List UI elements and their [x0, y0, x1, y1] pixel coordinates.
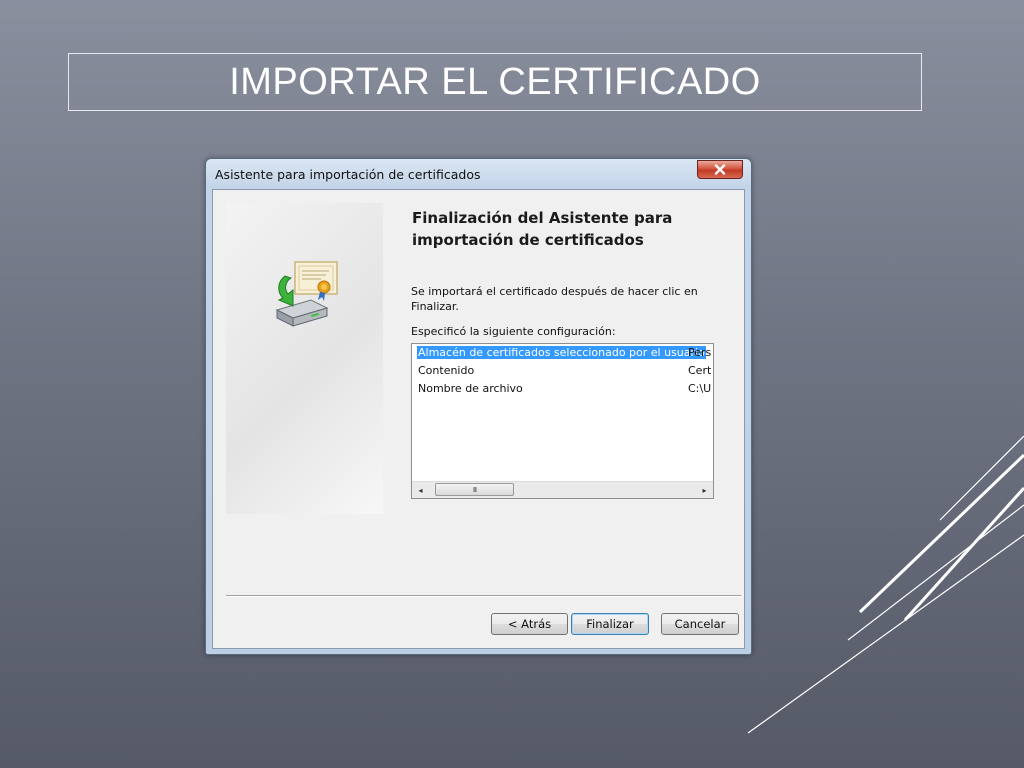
- list-item[interactable]: Contenido Cert: [412, 363, 713, 379]
- settings-listbox[interactable]: Almacén de certificados seleccionado por…: [411, 343, 714, 499]
- horizontal-scrollbar[interactable]: ◂ III ▸: [412, 481, 713, 498]
- slide-title-box: IMPORTAR EL CERTIFICADO: [68, 53, 922, 111]
- window-titlebar[interactable]: Asistente para importación de certificad…: [206, 159, 751, 189]
- close-button[interactable]: [697, 160, 743, 179]
- back-button[interactable]: < Atrás: [491, 613, 568, 635]
- finish-button[interactable]: Finalizar: [571, 613, 649, 635]
- footer-separator: [226, 595, 741, 597]
- slide-title: IMPORTAR EL CERTIFICADO: [229, 60, 761, 103]
- import-wizard-window: Asistente para importación de certificad…: [205, 158, 752, 655]
- setting-name: Nombre de archivo: [418, 382, 523, 395]
- close-icon: [714, 164, 726, 175]
- list-item[interactable]: Nombre de archivo C:\U: [412, 381, 713, 397]
- scroll-right-icon: ▸: [702, 485, 707, 495]
- scroll-thumb[interactable]: III: [435, 483, 514, 496]
- wizard-heading: Finalización del Asistente para importac…: [412, 207, 722, 251]
- scroll-left-button[interactable]: ◂: [412, 482, 429, 498]
- setting-name: Contenido: [418, 364, 475, 377]
- setting-name: Almacén de certificados seleccionado por…: [417, 346, 706, 359]
- wizard-description-line1: Se importará el certificado después de h…: [411, 285, 698, 298]
- wizard-client-area: Finalización del Asistente para importac…: [212, 189, 745, 649]
- setting-value: Cert: [688, 364, 712, 377]
- setting-value: C:\U: [688, 382, 712, 395]
- wizard-heading-line1: Finalización del Asistente para: [412, 209, 673, 227]
- wizard-heading-line2: importación de certificados: [412, 231, 644, 249]
- wizard-side-panel: [226, 203, 383, 514]
- list-item[interactable]: Almacén de certificados seleccionado por…: [412, 345, 713, 361]
- scroll-thumb-grip: III: [472, 485, 477, 494]
- setting-value: Pers: [688, 346, 712, 359]
- wizard-description: Se importará el certificado después de h…: [411, 284, 701, 314]
- config-label: Especificó la siguiente configuración:: [411, 325, 616, 338]
- wizard-description-line2: Finalizar.: [411, 300, 459, 313]
- certificate-import-icon: [275, 261, 338, 327]
- scroll-right-button[interactable]: ▸: [696, 482, 713, 498]
- cancel-button[interactable]: Cancelar: [661, 613, 739, 635]
- window-title: Asistente para importación de certificad…: [215, 167, 481, 182]
- scroll-left-icon: ◂: [418, 485, 423, 495]
